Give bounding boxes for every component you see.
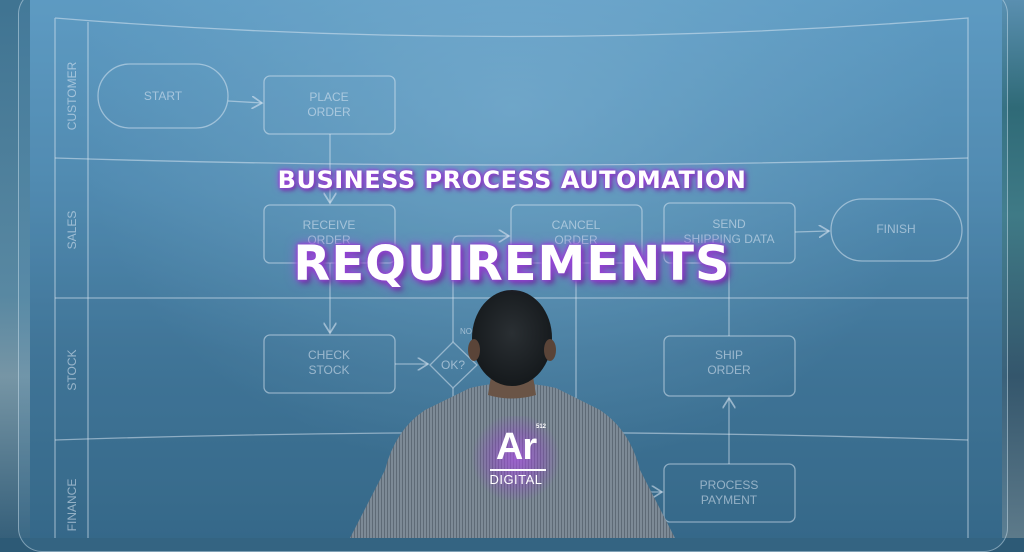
logo-divider	[490, 469, 546, 471]
head	[472, 290, 552, 386]
brand-logo: 512 Ar DIGITAL	[468, 416, 564, 500]
logo-wordmark: DIGITAL	[489, 472, 543, 487]
headline-line-1: BUSINESS PROCESS AUTOMATION	[277, 166, 747, 194]
headline-line-2: REQUIREMENTS	[293, 236, 731, 292]
ear-left	[468, 339, 480, 361]
ear-right	[544, 339, 556, 361]
logo-symbol: Ar	[495, 426, 537, 468]
